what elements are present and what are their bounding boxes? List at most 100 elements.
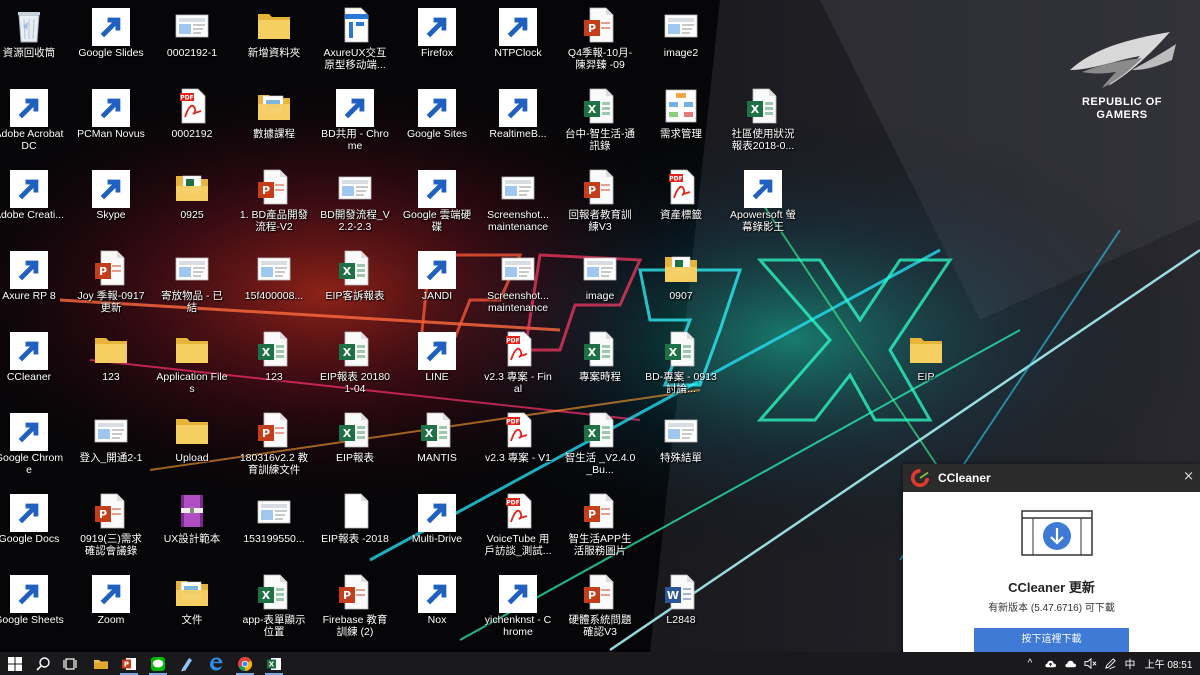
desktop-icon[interactable]: image	[564, 245, 636, 327]
line-icon	[151, 656, 165, 671]
desktop-icon[interactable]: PDF VoiceTube 用戶訪談_測試...	[482, 488, 554, 570]
tray-clock[interactable]: 上午 08:51	[1141, 652, 1196, 675]
desktop-icon[interactable]: 數據課程	[238, 83, 310, 165]
desktop-icon[interactable]: X MANTIS	[401, 407, 473, 489]
desktop-icon[interactable]: P 180316v2.2 教育訓練文件	[238, 407, 310, 489]
desktop-icon[interactable]: P 1. BD產品開發流程-V2	[238, 164, 310, 246]
taskbar-line[interactable]	[145, 652, 171, 675]
desktop-icon[interactable]: P 智生活APP生活服務圖片	[564, 488, 636, 570]
tray-cloud-upload[interactable]	[1041, 652, 1059, 675]
close-icon[interactable]: ×	[1183, 469, 1194, 484]
desktop-icon[interactable]: Google 雲端硬碟	[401, 164, 473, 246]
desktop-icon[interactable]: Google Docs	[0, 488, 65, 570]
desktop-icon[interactable]: Zoom	[75, 569, 147, 651]
desktop-icon[interactable]: P Firebase 教育訓練 (2)	[319, 569, 391, 651]
desktop-icon[interactable]: Screenshot... maintenance	[482, 245, 554, 327]
desktop[interactable]: 資源回收筒 Google Slides 0002192-1 新增資料夾 AxureUX交…	[0, 0, 1200, 652]
desktop-icon[interactable]: SSkype	[75, 164, 147, 246]
desktop-icon[interactable]: P 回報者教育訓練V3	[564, 164, 636, 246]
desktop-icon[interactable]: 特殊結單	[645, 407, 717, 489]
desktop-icon-label: 15f400008...	[244, 290, 304, 302]
desktop-icon[interactable]: noxNox	[401, 569, 473, 651]
desktop-icon[interactable]: 15f400008...	[238, 245, 310, 327]
desktop-icon[interactable]: PDF v2.3 專案 - Final	[482, 326, 554, 408]
desktop-icon[interactable]: 新增資料夾	[238, 2, 310, 84]
desktop-icon[interactable]: Adobe Acrobat DC	[0, 83, 65, 165]
tray-volume[interactable]	[1081, 652, 1099, 675]
desktop-icon[interactable]: X EIP客訴報表	[319, 245, 391, 327]
desktop-icon[interactable]: CCleaner	[0, 326, 65, 408]
desktop-icon[interactable]: Xapp-表單顯示位置	[238, 569, 310, 651]
taskbar-notes[interactable]	[174, 652, 200, 675]
task-view-button[interactable]	[57, 652, 83, 675]
tray-overflow-chevron[interactable]: ^	[1022, 652, 1038, 675]
powerpoint-file-icon: P	[255, 168, 293, 206]
desktop-icon-label: 0919(三)需求確認會議錄	[80, 533, 142, 557]
desktop-icon[interactable]: EIP報表 -2018	[319, 488, 391, 570]
desktop-icon[interactable]: JANDI	[401, 245, 473, 327]
desktop-icon[interactable]: BD開發流程_V2.2-2.3	[319, 164, 391, 246]
desktop-icon[interactable]: 寄放物品 - 已結	[156, 245, 228, 327]
desktop-icon[interactable]: 需求管理	[645, 83, 717, 165]
desktop-icon[interactable]: X 社區使用狀況報表2018-0...	[727, 83, 799, 165]
desktop-icon[interactable]: NTPClock	[482, 2, 554, 84]
desktop-icon[interactable]: 0907	[645, 245, 717, 327]
desktop-icon[interactable]: PCMan Novus	[75, 83, 147, 165]
desktop-icon[interactable]: 0925	[156, 164, 228, 246]
desktop-icon[interactable]: P 0919(三)需求確認會議錄	[75, 488, 147, 570]
desktop-icon[interactable]: P 硬體系統問題確認V3	[564, 569, 636, 651]
desktop-icon[interactable]: axureRPAxure RP 8	[0, 245, 65, 327]
download-button[interactable]: 按下這裡下載	[974, 628, 1129, 652]
desktop-icon[interactable]: Screenshot... maintenance	[482, 164, 554, 246]
taskbar-file-explorer[interactable]	[88, 652, 114, 675]
desktop-icon[interactable]: EIP	[890, 326, 962, 408]
desktop-icon[interactable]: 123	[75, 326, 147, 408]
desktop-icon[interactable]: LINELINE	[401, 326, 473, 408]
desktop-icon[interactable]: Google Chrome	[0, 407, 65, 489]
desktop-icon[interactable]: X BD-專案 - 0913討論...	[645, 326, 717, 408]
desktop-icon[interactable]: 153199550...	[238, 488, 310, 570]
desktop-icon[interactable]: Upload	[156, 407, 228, 489]
svg-text:PDF: PDF	[506, 338, 519, 345]
desktop-icon[interactable]: X 台中-智生活-通訊錄	[564, 83, 636, 165]
desktop-icon[interactable]: BDyichenknst - Chrome	[482, 569, 554, 651]
desktop-icon[interactable]: Adobe Creati...	[0, 164, 65, 246]
desktop-icon[interactable]: 0002192-1	[156, 2, 228, 84]
desktop-icon[interactable]: Firefox	[401, 2, 473, 84]
tray-onedrive[interactable]	[1061, 652, 1079, 675]
desktop-icon[interactable]: Apowersoft 螢幕錄影王	[727, 164, 799, 246]
desktop-icon[interactable]: W L2848	[645, 569, 717, 651]
desktop-icon[interactable]: X EIP報表 201801-04	[319, 326, 391, 408]
start-button[interactable]	[2, 652, 28, 675]
taskbar-excel[interactable]: X	[261, 652, 287, 675]
desktop-icon[interactable]: X 智生活 _V2.4.0_Bu...	[564, 407, 636, 489]
desktop-icon[interactable]: Google Slides	[75, 2, 147, 84]
desktop-icon[interactable]: X 123	[238, 326, 310, 408]
desktop-icon[interactable]: Application Files	[156, 326, 228, 408]
taskbar-chrome[interactable]	[232, 652, 258, 675]
desktop-icon[interactable]: P Joy 季報-0917更新	[75, 245, 147, 327]
search-button[interactable]	[30, 652, 56, 675]
desktop-icon[interactable]: PDF 資產標籤	[645, 164, 717, 246]
desktop-icon[interactable]: P Q4季報-10月-陳羿臻 -09	[564, 2, 636, 84]
taskbar-powerpoint[interactable]: P	[116, 652, 142, 675]
tray-pen[interactable]	[1101, 652, 1119, 675]
desktop-icon[interactable]: Google Sheets	[0, 569, 65, 651]
desktop-icon[interactable]: 文件	[156, 569, 228, 651]
desktop-icon[interactable]: 資源回收筒	[0, 2, 65, 84]
desktop-icon[interactable]: AxureUX交互原型移动端...	[319, 2, 391, 84]
desktop-icon[interactable]: UX設計範本	[156, 488, 228, 570]
desktop-icon[interactable]: PDF v2.3 專案 - V1	[482, 407, 554, 489]
desktop-icon[interactable]: PDF 0002192	[156, 83, 228, 165]
desktop-icon[interactable]: image2	[645, 2, 717, 84]
desktop-icon[interactable]: Google Sites	[401, 83, 473, 165]
ccleaner-notification[interactable]: CCleaner × CCleaner 更新 有新版本 (5.47.6716) …	[903, 464, 1200, 652]
desktop-icon[interactable]: RealtimeB...	[482, 83, 554, 165]
desktop-icon[interactable]: X EIP報表	[319, 407, 391, 489]
desktop-icon[interactable]: 登入_開通2-1	[75, 407, 147, 489]
tray-input-method[interactable]: 中	[1121, 652, 1139, 675]
desktop-icon[interactable]: noxMulti-Drive	[401, 488, 473, 570]
taskbar-edge[interactable]	[203, 652, 229, 675]
desktop-icon[interactable]: BDBD共用 - Chrome	[319, 83, 391, 165]
desktop-icon[interactable]: X 專案時程	[564, 326, 636, 408]
